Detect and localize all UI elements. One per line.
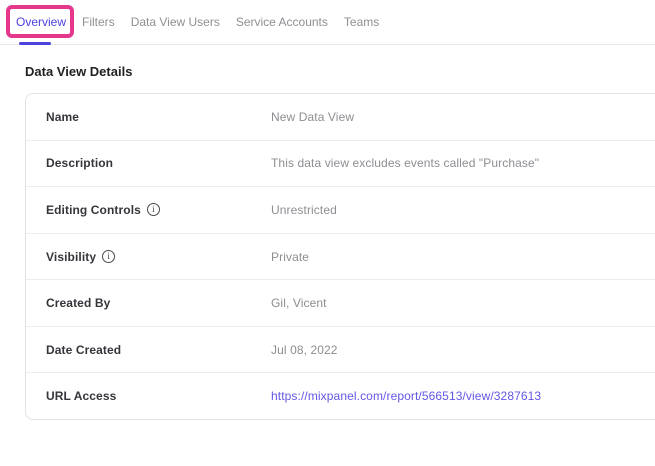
row-label-cell: Visibility i	[46, 250, 271, 264]
table-row-editing-controls: Editing Controls i Unrestricted	[26, 186, 655, 233]
active-tab-underline	[19, 42, 51, 45]
row-value: Private	[271, 250, 309, 264]
row-value: Gil, Vicent	[271, 296, 327, 310]
table-row-url-access: URL Access https://mixpanel.com/report/5…	[26, 372, 655, 419]
tab-teams[interactable]: Teams	[344, 0, 379, 44]
row-value: This data view excludes events called "P…	[271, 156, 539, 170]
row-label: Editing Controls	[46, 203, 141, 217]
details-card: Name New Data View Description This data…	[25, 93, 655, 420]
row-label: URL Access	[46, 389, 116, 403]
tab-overview[interactable]: Overview	[16, 0, 66, 44]
url-access-link[interactable]: https://mixpanel.com/report/566513/view/…	[271, 389, 541, 403]
table-row-description: Description This data view excludes even…	[26, 140, 655, 187]
tab-teams-label: Teams	[344, 15, 379, 29]
row-label: Description	[46, 156, 113, 170]
row-label-cell: Created By	[46, 296, 271, 310]
table-row-created-by: Created By Gil, Vicent	[26, 279, 655, 326]
tab-filters[interactable]: Filters	[82, 0, 115, 44]
tab-data-view-users[interactable]: Data View Users	[131, 0, 220, 44]
row-label: Visibility	[46, 250, 96, 264]
tab-filters-label: Filters	[82, 15, 115, 29]
info-icon[interactable]: i	[147, 203, 160, 216]
tab-data-view-users-label: Data View Users	[131, 15, 220, 29]
tab-bar: Overview Filters Data View Users Service…	[0, 0, 655, 45]
tab-overview-label: Overview	[16, 15, 66, 29]
row-label: Created By	[46, 296, 110, 310]
row-label: Name	[46, 110, 79, 124]
row-label-cell: URL Access	[46, 389, 271, 403]
tab-service-accounts[interactable]: Service Accounts	[236, 0, 328, 44]
row-value: Unrestricted	[271, 203, 337, 217]
info-icon[interactable]: i	[102, 250, 115, 263]
page-title: Data View Details	[25, 64, 132, 79]
row-label: Date Created	[46, 343, 121, 357]
row-label-cell: Date Created	[46, 343, 271, 357]
tab-service-accounts-label: Service Accounts	[236, 15, 328, 29]
table-row-date-created: Date Created Jul 08, 2022	[26, 326, 655, 373]
row-value: Jul 08, 2022	[271, 343, 338, 357]
table-row-visibility: Visibility i Private	[26, 233, 655, 280]
row-label-cell: Description	[46, 156, 271, 170]
table-row-name: Name New Data View	[26, 94, 655, 140]
row-label-cell: Editing Controls i	[46, 203, 271, 217]
row-label-cell: Name	[46, 110, 271, 124]
row-value: New Data View	[271, 110, 354, 124]
